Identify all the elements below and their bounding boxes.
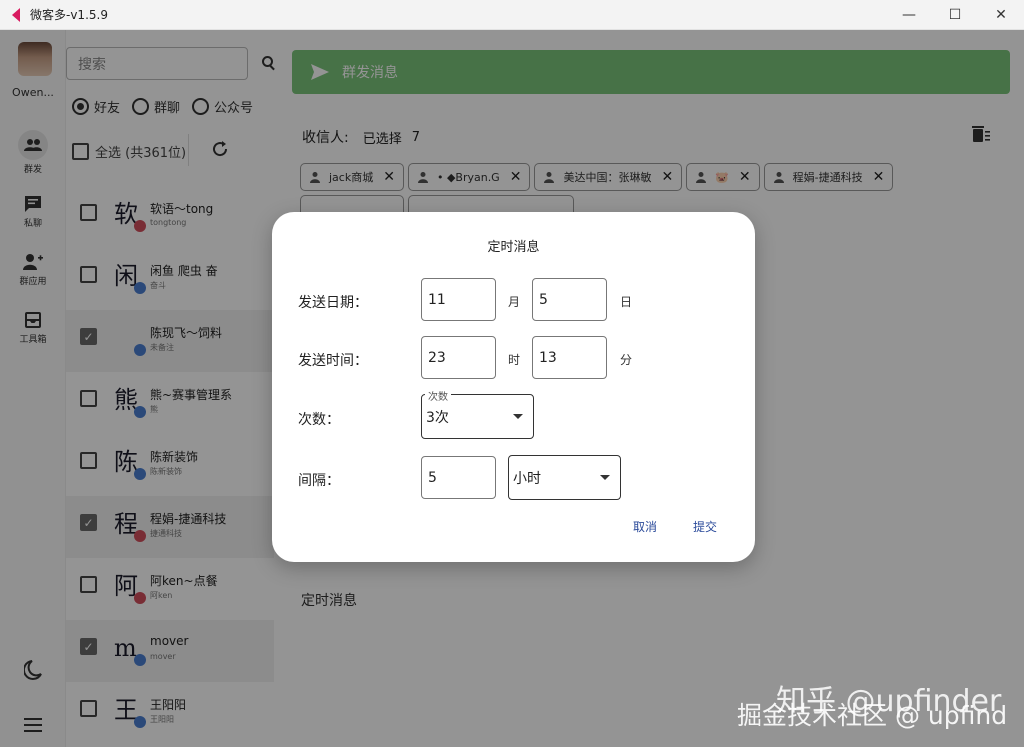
count-select[interactable]: 次数 3次 — [421, 388, 534, 439]
minute-unit: 分 — [620, 353, 633, 367]
minimize-button[interactable]: — — [886, 0, 932, 30]
minute-input[interactable]: 13 — [532, 336, 607, 379]
close-window-button[interactable]: ✕ — [978, 0, 1024, 30]
day-unit: 日 — [620, 295, 633, 309]
count-label: 次数： — [298, 412, 340, 428]
hour-input[interactable]: 23 — [421, 336, 496, 379]
window-title: 微客多-v1.5.9 — [30, 8, 108, 22]
submit-button[interactable]: 提交 — [693, 518, 717, 535]
dropdown-caret-icon — [513, 414, 523, 419]
count-select-value: 3次 — [426, 409, 449, 426]
app-logo-icon — [12, 7, 20, 22]
count-select-legend: 次数 — [425, 388, 451, 403]
day-input[interactable]: 5 — [532, 278, 607, 321]
month-input[interactable]: 11 — [421, 278, 496, 321]
dropdown-caret-icon — [600, 475, 610, 480]
dialog-title: 定时消息 — [487, 240, 540, 255]
send-time-label: 发送时间： — [298, 353, 368, 369]
hour-unit: 时 — [508, 353, 521, 367]
month-unit: 月 — [508, 295, 521, 309]
interval-input[interactable]: 5 — [421, 456, 496, 499]
interval-unit-select[interactable]: 小时 — [508, 455, 621, 500]
interval-label: 间隔： — [298, 473, 340, 489]
cancel-button[interactable]: 取消 — [633, 518, 657, 535]
maximize-button[interactable]: ☐ — [932, 0, 978, 30]
title-bar: 微客多-v1.5.9 — ☐ ✕ — [0, 0, 1024, 30]
send-date-label: 发送日期： — [298, 295, 368, 311]
watermark-line-2: 掘金技术社区 @ upfind — [737, 701, 1008, 730]
scheduled-message-dialog: 定时消息 发送日期： 11 月 5 日 发送时间： 23 时 13 分 次数： … — [272, 212, 755, 562]
interval-unit-value: 小时 — [513, 470, 541, 487]
